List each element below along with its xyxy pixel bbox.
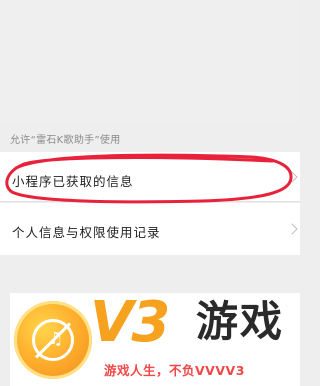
chevron-right-icon [286, 170, 298, 183]
logo-ring: ♫ [32, 319, 74, 361]
music-note-icon: ♫ [48, 329, 64, 349]
top-blank-area [0, 0, 300, 122]
section-gap [0, 255, 300, 293]
watermark-slogan: 游戏人生，不负VVVV3 [104, 363, 245, 378]
section-label: 允许“雷石K歌助手”使用 [10, 135, 121, 146]
row-permission-records[interactable]: 个人信息与权限使用记录 [0, 203, 300, 255]
watermark-logo-text: V3 [90, 293, 170, 355]
music-logo-icon: ♫ [14, 301, 92, 379]
chevron-right-icon [286, 223, 298, 235]
watermark-banner: ♫ V3 游戏 游戏人生，不负VVVV3 [10, 293, 300, 386]
row-label: 小程序已获取的信息 [12, 174, 134, 189]
watermark-brand-text: 游戏 [196, 297, 285, 346]
row-mini-program-info[interactable]: 小程序已获取的信息 [0, 152, 300, 202]
row-label: 个人信息与权限使用记录 [12, 225, 161, 240]
